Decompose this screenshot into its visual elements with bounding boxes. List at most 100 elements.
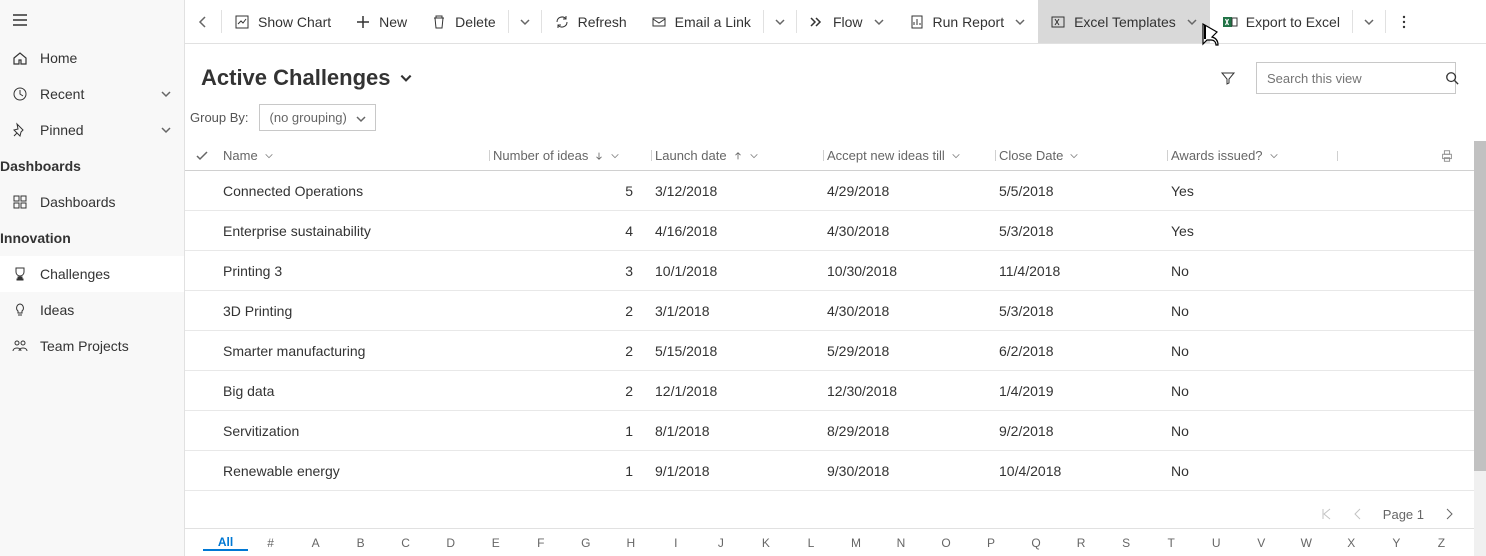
sidebar-item-label: Dashboards <box>40 194 116 210</box>
alpha-b[interactable]: B <box>338 536 383 550</box>
filter-button[interactable] <box>1208 64 1248 92</box>
alpha-e[interactable]: E <box>473 536 518 550</box>
alpha-n[interactable]: N <box>878 536 923 550</box>
sidebar-item-home[interactable]: Home <box>0 40 184 76</box>
col-header-name[interactable]: Name <box>219 148 489 163</box>
alpha-v[interactable]: V <box>1239 536 1284 550</box>
pager-first[interactable] <box>1319 507 1333 521</box>
export-excel-button[interactable]: Export to Excel <box>1210 0 1352 43</box>
pager-page: Page 1 <box>1383 507 1424 522</box>
sidebar-item-recent[interactable]: Recent <box>0 76 184 112</box>
cell-num: 5 <box>489 183 651 199</box>
search-input[interactable] <box>1265 70 1445 87</box>
refresh-button[interactable]: Refresh <box>542 0 639 43</box>
table-row[interactable]: Connected Operations53/12/20184/29/20185… <box>185 171 1474 211</box>
alpha-d[interactable]: D <box>428 536 473 550</box>
overflow-button[interactable] <box>1386 0 1422 43</box>
hamburger-menu[interactable] <box>0 0 184 40</box>
clock-icon <box>12 86 28 102</box>
sidebar-item-ideas[interactable]: Ideas <box>0 292 184 328</box>
run-report-button[interactable]: Run Report <box>897 0 1039 43</box>
vertical-scrollbar[interactable] <box>1474 141 1486 556</box>
alpha-o[interactable]: O <box>924 536 969 550</box>
alpha-m[interactable]: M <box>833 536 878 550</box>
cell-accept: 4/30/2018 <box>823 223 995 239</box>
alpha-i[interactable]: I <box>653 536 698 550</box>
pager-next[interactable] <box>1442 507 1456 521</box>
search-box[interactable] <box>1256 62 1456 94</box>
table-row[interactable]: 3D Printing23/1/20184/30/20185/3/2018No <box>185 291 1474 331</box>
email-link-button[interactable]: Email a Link <box>639 0 763 43</box>
table-row[interactable]: Smarter manufacturing25/15/20185/29/2018… <box>185 331 1474 371</box>
pager-prev[interactable] <box>1351 507 1365 521</box>
sidebar-item-dashboards[interactable]: Dashboards <box>0 184 184 220</box>
delete-button[interactable]: Delete <box>419 0 507 43</box>
groupby-select[interactable]: (no grouping) <box>259 104 376 131</box>
export-excel-label: Export to Excel <box>1246 14 1340 30</box>
view-selector[interactable]: Active Challenges <box>201 65 413 91</box>
chevron-down-icon <box>951 151 961 161</box>
cell-launch: 4/16/2018 <box>651 223 823 239</box>
col-awards-label: Awards issued? <box>1171 148 1263 163</box>
cell-close: 5/3/2018 <box>995 223 1167 239</box>
alpha-w[interactable]: W <box>1284 536 1329 550</box>
pin-icon <box>12 122 28 138</box>
alpha-y[interactable]: Y <box>1374 536 1419 550</box>
col-header-number[interactable]: Number of ideas <box>489 148 651 163</box>
table-row[interactable]: Printing 3310/1/201810/30/201811/4/2018N… <box>185 251 1474 291</box>
people-icon <box>12 338 28 354</box>
sidebar-item-pinned[interactable]: Pinned <box>0 112 184 148</box>
excel-export-icon <box>1222 14 1238 30</box>
alpha-f[interactable]: F <box>518 536 563 550</box>
col-header-awards[interactable]: Awards issued? <box>1167 148 1337 163</box>
show-chart-button[interactable]: Show Chart <box>222 0 343 43</box>
table-row[interactable]: Enterprise sustainability44/16/20184/30/… <box>185 211 1474 251</box>
alpha-#[interactable]: # <box>248 536 293 550</box>
cell-name: Enterprise sustainability <box>219 223 489 239</box>
sidebar-item-challenges[interactable]: Challenges <box>0 256 184 292</box>
alpha-t[interactable]: T <box>1149 536 1194 550</box>
col-header-close[interactable]: Close Date <box>995 148 1167 163</box>
table-row[interactable]: Servitization18/1/20188/29/20189/2/2018N… <box>185 411 1474 451</box>
alpha-s[interactable]: S <box>1104 536 1149 550</box>
print-button[interactable] <box>1337 149 1474 163</box>
alpha-q[interactable]: Q <box>1014 536 1059 550</box>
col-header-launch[interactable]: Launch date <box>651 148 823 163</box>
alpha-x[interactable]: X <box>1329 536 1374 550</box>
select-all-checkbox[interactable] <box>185 149 219 163</box>
back-button[interactable] <box>185 0 221 43</box>
alpha-g[interactable]: G <box>563 536 608 550</box>
table-row[interactable]: Big data212/1/201812/30/20181/4/2019No <box>185 371 1474 411</box>
alpha-k[interactable]: K <box>743 536 788 550</box>
cell-close: 6/2/2018 <box>995 343 1167 359</box>
alpha-r[interactable]: R <box>1059 536 1104 550</box>
chevron-down-icon <box>1069 151 1079 161</box>
plus-icon <box>355 14 371 30</box>
cell-awards: Yes <box>1167 183 1337 199</box>
email-dropdown[interactable] <box>764 0 796 43</box>
dashboard-icon <box>12 194 28 210</box>
trophy-icon <box>12 266 28 282</box>
flow-button[interactable]: Flow <box>797 0 897 43</box>
export-excel-dropdown[interactable] <box>1353 0 1385 43</box>
cell-accept: 8/29/2018 <box>823 423 995 439</box>
table-row[interactable]: Renewable energy19/1/20189/30/201810/4/2… <box>185 451 1474 491</box>
delete-dropdown[interactable] <box>509 0 541 43</box>
excel-templates-button[interactable]: Excel Templates <box>1038 0 1210 43</box>
alpha-p[interactable]: P <box>969 536 1014 550</box>
alpha-h[interactable]: H <box>608 536 653 550</box>
email-link-label: Email a Link <box>675 14 751 30</box>
col-header-accept[interactable]: Accept new ideas till <box>823 148 995 163</box>
sidebar-item-team-projects[interactable]: Team Projects <box>0 328 184 364</box>
alpha-all[interactable]: All <box>203 535 248 551</box>
cell-close: 5/3/2018 <box>995 303 1167 319</box>
new-button[interactable]: New <box>343 0 419 43</box>
alpha-c[interactable]: C <box>383 536 428 550</box>
alpha-a[interactable]: A <box>293 536 338 550</box>
sidebar-item-label: Recent <box>40 86 84 102</box>
alpha-l[interactable]: L <box>788 536 833 550</box>
alpha-z[interactable]: Z <box>1419 536 1464 550</box>
alpha-u[interactable]: U <box>1194 536 1239 550</box>
cell-awards: No <box>1167 383 1337 399</box>
alpha-j[interactable]: J <box>698 536 743 550</box>
